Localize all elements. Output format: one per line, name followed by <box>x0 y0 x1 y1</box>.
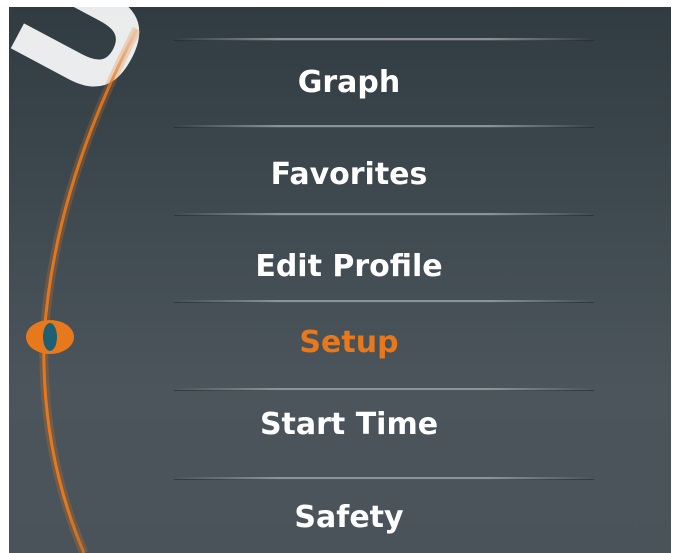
selection-eye-icon[interactable] <box>26 320 74 354</box>
menu-item-label: Setup <box>299 324 399 360</box>
menu-divider <box>174 388 594 391</box>
menu-divider <box>174 125 594 128</box>
menu-item-label: Graph <box>297 64 401 100</box>
menu-item-setup[interactable]: Setup <box>179 312 519 372</box>
menu-item-favorites[interactable]: Favorites <box>179 144 519 204</box>
menu-item-label: Safety <box>294 499 404 535</box>
menu-item-safety[interactable]: Safety <box>179 487 519 547</box>
menu-item-edit-profile[interactable]: Edit Profile <box>179 236 519 296</box>
menu-divider <box>174 477 594 480</box>
menu-item-label: Edit Profile <box>255 248 443 284</box>
menu-item-label: Start Time <box>259 406 439 442</box>
menu-divider <box>174 300 594 303</box>
menu-divider <box>174 213 594 216</box>
menu-item-graph[interactable]: Graph <box>179 52 519 112</box>
menu-item-label: Favorites <box>270 156 428 192</box>
menu-divider <box>174 38 594 41</box>
menu-item-start-time[interactable]: Start Time <box>179 394 519 454</box>
menu-screen: UTSC Graph Favorites Edit Profile Setup <box>9 7 671 553</box>
